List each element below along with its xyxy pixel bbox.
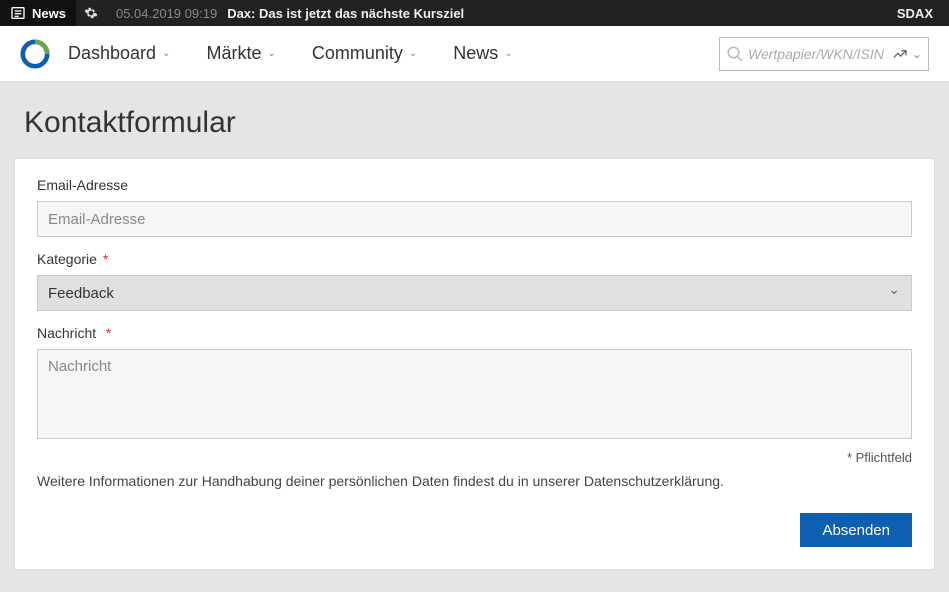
ticker-settings-button[interactable] (76, 0, 106, 26)
email-field-group: Email-Adresse (37, 177, 912, 237)
contact-form: Email-Adresse Kategorie * Feedback Nachr… (14, 158, 935, 570)
ticker-index[interactable]: SDAX (881, 6, 949, 21)
required-note: * Pflichtfeld (37, 450, 912, 465)
required-asterisk: * (106, 325, 111, 341)
ticker-news-label: News (32, 6, 66, 21)
category-label: Kategorie * (37, 251, 912, 267)
nav-bar: Dashboard ⌄ Märkte ⌄ Community ⌄ News ⌄ ⌄ (0, 26, 949, 82)
gear-icon (84, 6, 98, 20)
button-row: Absenden (37, 513, 912, 547)
message-field-group: Nachricht * (37, 325, 912, 442)
email-label: Email-Adresse (37, 177, 912, 193)
email-input[interactable] (37, 201, 912, 237)
logo[interactable] (20, 39, 50, 69)
nav-item-maerkte[interactable]: Märkte ⌄ (206, 43, 275, 64)
chevron-down-icon: ⌄ (504, 48, 512, 59)
nav-label: News (453, 43, 498, 64)
required-asterisk: * (103, 251, 108, 267)
nav-item-dashboard[interactable]: Dashboard ⌄ (68, 43, 170, 64)
message-label: Nachricht * (37, 325, 912, 341)
nav-item-community[interactable]: Community ⌄ (312, 43, 417, 64)
chevron-down-icon: ⌄ (162, 48, 170, 59)
nav-label: Märkte (206, 43, 261, 64)
chevron-down-icon: ⌄ (267, 48, 275, 59)
search-box[interactable]: ⌄ (719, 37, 929, 71)
chevron-down-icon: ⌄ (409, 48, 417, 59)
ticker-date: 05.04.2019 09:19 (106, 6, 227, 21)
chevron-down-icon[interactable]: ⌄ (912, 47, 922, 61)
search-input[interactable] (748, 46, 892, 62)
category-select-wrap: Feedback (37, 275, 912, 311)
category-field-group: Kategorie * Feedback (37, 251, 912, 311)
page: Kontaktformular Email-Adresse Kategorie … (0, 82, 949, 590)
nav-item-news[interactable]: News ⌄ (453, 43, 512, 64)
nav-links: Dashboard ⌄ Märkte ⌄ Community ⌄ News ⌄ (68, 43, 513, 64)
submit-button[interactable]: Absenden (800, 513, 912, 547)
category-select[interactable]: Feedback (37, 275, 912, 311)
page-title: Kontaktformular (14, 92, 935, 158)
ticker-headline[interactable]: Dax: Das ist jetzt das nächste Kursziel (227, 6, 464, 21)
privacy-note: Weitere Informationen zur Handhabung dei… (37, 473, 912, 489)
nav-label: Dashboard (68, 43, 156, 64)
ticker-bar: News 05.04.2019 09:19 Dax: Das ist jetzt… (0, 0, 949, 26)
chart-icon[interactable] (892, 46, 908, 62)
ticker-news-box[interactable]: News (0, 0, 76, 26)
search-icon (726, 45, 744, 63)
message-textarea[interactable] (37, 349, 912, 439)
news-icon (10, 5, 26, 21)
nav-label: Community (312, 43, 403, 64)
